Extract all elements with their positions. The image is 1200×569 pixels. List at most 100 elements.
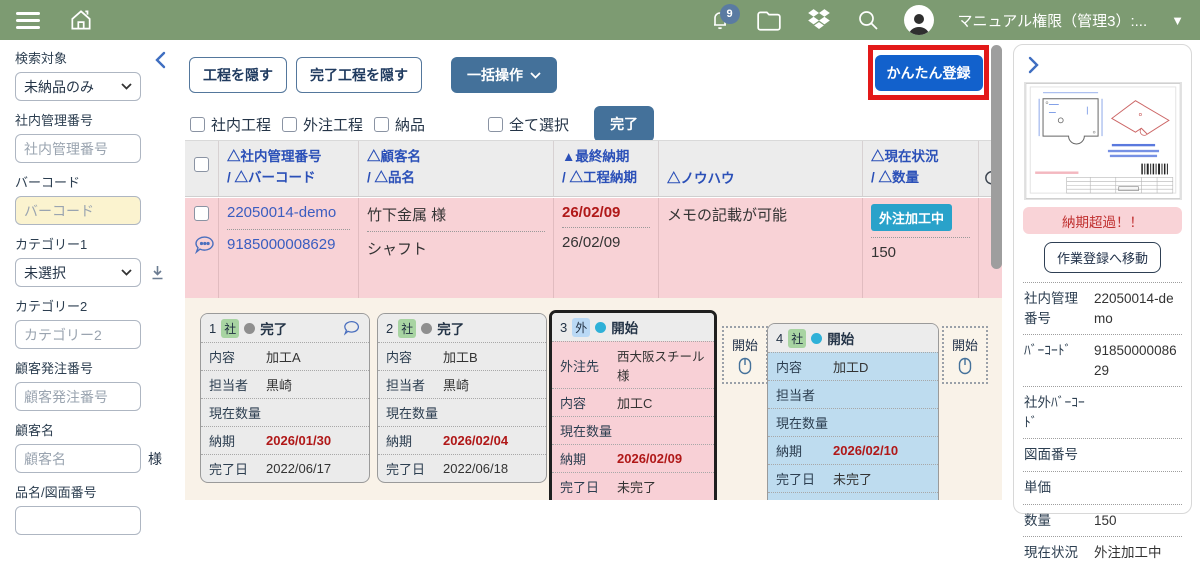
start-drop-button-1[interactable]: 開始: [722, 326, 768, 384]
final-due-cell: 26/02/09: [562, 204, 650, 221]
detail-row: 社内管理番号 22050014-demo: [1023, 282, 1182, 334]
dropbox-button[interactable]: [806, 8, 832, 32]
status-dot: [811, 333, 822, 344]
category2-input[interactable]: [15, 320, 141, 349]
notifications-button[interactable]: 9: [708, 8, 732, 32]
chevron-down-icon: [121, 83, 132, 90]
outsourced-process-checkbox[interactable]: [282, 117, 297, 132]
header-knowhow-column[interactable]: △ノウハウ: [658, 141, 862, 196]
customer-order-no-label: 顧客発注番号: [15, 358, 185, 377]
quantity-cell: 150: [871, 244, 970, 261]
dropbox-icon: [806, 8, 832, 32]
category1-select[interactable]: 未選択: [15, 258, 141, 287]
header-status-column[interactable]: △現在状況/ △数量: [862, 141, 978, 196]
detail-row: ﾊﾞｰｺｰﾄﾞ 9185000008629: [1023, 334, 1182, 386]
main-content: 工程を隠す 完了工程を隠す 一括操作 かんたん登録 社内工程 外注工程 納品 全…: [185, 40, 1002, 500]
outsourced-process-label: 外注工程: [303, 114, 363, 135]
detail-row: 単価: [1023, 471, 1182, 504]
process-card-1[interactable]: 1 社 完了 内容加工A 担当者黒崎 現在数量 納期2026/01/30 完了日…: [200, 313, 370, 483]
mouse-icon: [738, 357, 752, 375]
detail-rows: 社内管理番号 22050014-demo ﾊﾞｰｺｰﾄﾞ 91850000086…: [1023, 282, 1182, 569]
mouse-icon: [958, 357, 972, 375]
hide-completed-process-button[interactable]: 完了工程を隠す: [296, 57, 422, 93]
detail-row: 社外ﾊﾞｰｺｰﾄﾞ: [1023, 386, 1182, 438]
delivery-label: 納品: [395, 114, 425, 135]
status-dot: [244, 323, 255, 334]
search-icon: [856, 8, 880, 32]
internal-process-label: 社内工程: [211, 114, 271, 135]
card-comment-icon[interactable]: [343, 320, 361, 336]
header-due-column[interactable]: ▲最終納期/ △工程納期: [553, 141, 658, 196]
category1-label: カテゴリー1: [15, 234, 185, 253]
detail-row: 図面番号: [1023, 438, 1182, 471]
product-drawing-no-label: 品名/図面番号: [15, 482, 185, 501]
internal-number-label: 社内管理番号: [15, 110, 185, 129]
select-all-label: 全て選択: [509, 114, 569, 135]
header-select-checkbox[interactable]: [194, 157, 209, 172]
barcode-input[interactable]: [15, 196, 141, 225]
status-dot: [421, 323, 432, 334]
collapse-left-icon[interactable]: [153, 50, 169, 70]
header-customer-column[interactable]: △顧客名/ △品名: [358, 141, 553, 196]
user-role-label[interactable]: マニュアル権限（管理3）:...: [958, 10, 1148, 31]
knowhow-cell: メモの記載が可能: [667, 204, 854, 225]
delivery-checkbox[interactable]: [374, 117, 389, 132]
product-cell: シャフト: [367, 238, 545, 259]
caret-down-icon[interactable]: ▼: [1171, 13, 1184, 28]
header-id-column[interactable]: △社内管理番号/ △バーコード: [218, 141, 358, 196]
vertical-scrollbar[interactable]: [991, 45, 1002, 269]
menu-icon[interactable]: [16, 12, 40, 29]
customer-name-label: 顧客名: [15, 420, 185, 439]
process-type-badge: 社: [221, 319, 239, 338]
search-button[interactable]: [856, 8, 880, 32]
customer-cell: 竹下金属 様: [367, 204, 545, 225]
home-icon[interactable]: [68, 7, 94, 33]
process-cards-strip: 1 社 完了 内容加工A 担当者黒崎 現在数量 納期2026/01/30 完了日…: [185, 298, 1002, 500]
barcode-label: バーコード: [15, 172, 185, 191]
internal-number-input[interactable]: [15, 134, 141, 163]
process-type-badge: 外: [572, 318, 590, 337]
category2-label: カテゴリー2: [15, 296, 185, 315]
detail-row: 数量 150: [1023, 504, 1182, 537]
complete-button[interactable]: 完了: [594, 106, 654, 142]
detail-panel: 納期超過！！ 作業登録へ移動 社内管理番号 22050014-demo ﾊﾞｰｺ…: [1013, 44, 1192, 514]
status-dot: [595, 322, 606, 333]
select-all-checkbox[interactable]: [488, 117, 503, 132]
customer-name-input[interactable]: [15, 444, 141, 473]
process-type-badge: 社: [398, 319, 416, 338]
bulk-action-button[interactable]: 一括操作: [451, 57, 557, 93]
process-due-cell: 26/02/09: [562, 234, 650, 251]
process-card-4[interactable]: 4 社 開始 内容加工D 担当者 現在数量 納期2026/02/10 完了日未完…: [767, 323, 939, 500]
table-row[interactable]: 22050014-demo 9185000008629 竹下金属 様 シャフト …: [185, 198, 1002, 298]
detail-row: 現在状況 外注加工中: [1023, 536, 1182, 569]
row-checkbox[interactable]: [194, 206, 209, 221]
search-sidebar: 検索対象 未納品のみ 社内管理番号 バーコード カテゴリー1 未選択 カテゴリー…: [0, 40, 185, 500]
chevron-down-icon: [121, 269, 132, 276]
easy-register-button[interactable]: かんたん登録: [875, 55, 983, 91]
product-drawing-no-input[interactable]: [15, 506, 141, 535]
start-drop-button-2[interactable]: 開始: [942, 326, 988, 384]
drawing-thumbnail[interactable]: [1024, 82, 1182, 200]
comment-icon[interactable]: [194, 235, 216, 255]
chevron-down-icon: [530, 72, 541, 79]
table-header: △社内管理番号/ △バーコード △顧客名/ △品名 ▲最終納期/ △工程納期 △…: [185, 140, 1002, 197]
customer-order-no-input[interactable]: [15, 382, 141, 411]
status-badge: 外注加工中: [871, 204, 952, 231]
hide-process-button[interactable]: 工程を隠す: [189, 57, 287, 93]
process-card-2[interactable]: 2 社 完了 内容加工B 担当者黒崎 現在数量 納期2026/02/04 完了日…: [377, 313, 547, 483]
overdue-badge: 納期超過！！: [1023, 207, 1182, 234]
barcode-link[interactable]: 9185000008629: [227, 236, 350, 255]
move-to-work-registration-button[interactable]: 作業登録へ移動: [1044, 242, 1161, 273]
highlight-annotation: かんたん登録: [868, 45, 989, 100]
process-type-badge: 社: [788, 329, 806, 348]
internal-process-checkbox[interactable]: [190, 117, 205, 132]
expand-right-icon[interactable]: [1025, 55, 1041, 75]
download-arrow-icon[interactable]: [151, 265, 164, 280]
management-no-link[interactable]: 22050014-demo: [227, 204, 350, 223]
files-button[interactable]: [756, 8, 782, 32]
top-bar: 9 マニュアル権限（管理3）:... ▼: [0, 0, 1200, 40]
search-target-select[interactable]: 未納品のみ: [15, 72, 141, 101]
folder-icon: [756, 8, 782, 32]
avatar[interactable]: [904, 5, 934, 35]
process-card-3[interactable]: 3 外 開始 外注先西大阪スチール様 内容加工C 現在数量 納期2026/02/…: [549, 310, 717, 500]
